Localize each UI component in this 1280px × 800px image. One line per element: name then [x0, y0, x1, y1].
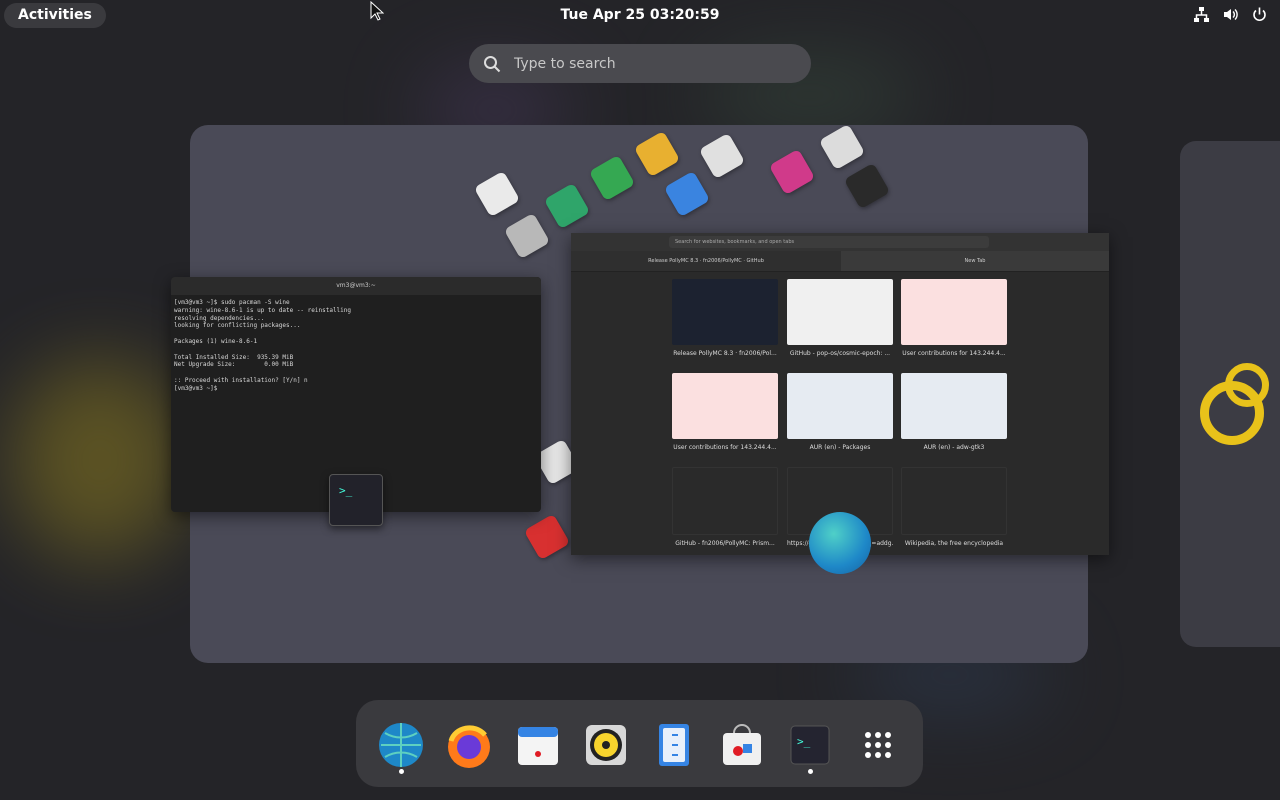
- tab-thumbnail[interactable]: AUR (en) - Packages: [787, 373, 893, 451]
- clock[interactable]: Tue Apr 25 03:20:59: [0, 7, 1280, 23]
- gear-decor-icon: [1225, 363, 1269, 407]
- tab-thumbnail[interactable]: User contributions for 143.244.4...: [672, 373, 778, 451]
- settings-tile-icon: [503, 212, 551, 260]
- browser-tabs: Release PollyMC 8.3 · fn2006/PollyMC · G…: [571, 251, 1109, 272]
- running-indicator: [808, 769, 813, 774]
- terminal-icon[interactable]: >_: [786, 721, 834, 769]
- search-icon: [484, 56, 501, 73]
- svg-text:>_: >_: [797, 735, 811, 748]
- search-bar[interactable]: [469, 44, 811, 83]
- web-browser-icon[interactable]: [377, 721, 425, 769]
- tab-thumbnail[interactable]: AUR (en) - adw-gtk3: [901, 373, 1007, 451]
- tab-thumbnail[interactable]: Wikipedia, the free encyclopedia: [901, 467, 1007, 547]
- firefox-icon[interactable]: [445, 721, 493, 769]
- photos-tile-icon: [768, 148, 816, 196]
- running-indicator: [399, 769, 404, 774]
- tab-pollymc[interactable]: Release PollyMC 8.3 · fn2006/PollyMC · G…: [571, 251, 841, 271]
- calculator-tile-icon: [818, 125, 866, 171]
- system-tray[interactable]: [1193, 6, 1268, 23]
- software-store-icon[interactable]: [718, 721, 766, 769]
- tab-thumbnail[interactable]: GitHub - fn2006/PollyMC: Prism...: [672, 467, 778, 547]
- power-icon[interactable]: [1251, 6, 1268, 23]
- web-browser-app-icon: [809, 512, 871, 574]
- text-editor-icon[interactable]: [650, 721, 698, 769]
- browser-window[interactable]: Search for websites, bookmarks, and open…: [571, 233, 1109, 555]
- contacts-tile-icon: [663, 170, 711, 218]
- mouse-cursor-icon: [370, 1, 384, 21]
- top-bar: Activities Tue Apr 25 03:20:59: [0, 0, 1280, 32]
- volume-icon[interactable]: [1222, 6, 1239, 23]
- terminal-tile-icon: [843, 162, 891, 210]
- text-editor-tile-icon: [473, 170, 521, 218]
- terminal-title: vm3@vm3:~: [336, 282, 376, 289]
- terminal-app-icon: >_: [329, 474, 383, 526]
- tab-new[interactable]: New Tab: [841, 251, 1109, 271]
- browser-toolbar: Search for websites, bookmarks, and open…: [571, 233, 1109, 251]
- tab-thumbnail[interactable]: User contributions for 143.244.4...: [901, 279, 1007, 357]
- terminal-output: [vm3@vm3 ~]$ sudo pacman -S wine warning…: [174, 299, 352, 392]
- dice-tile-icon: [588, 154, 636, 202]
- next-workspace-thumbnail[interactable]: [1180, 141, 1280, 647]
- terminal-titlebar[interactable]: vm3@vm3:~: [171, 277, 541, 295]
- search-input[interactable]: [512, 53, 796, 75]
- maps-tile-icon: [633, 130, 681, 178]
- cassette-tile-icon: [523, 513, 571, 561]
- show-apps-icon[interactable]: [854, 721, 902, 769]
- rhythmbox-icon[interactable]: [582, 721, 630, 769]
- address-bar[interactable]: Search for websites, bookmarks, and open…: [669, 236, 989, 248]
- calendar-icon[interactable]: [514, 721, 562, 769]
- tab-thumbnail[interactable]: Release PollyMC 8.3 · fn2006/Pol...: [672, 279, 778, 357]
- network-tile-icon: [698, 132, 746, 180]
- tab-thumbnail[interactable]: GitHub - pop-os/cosmic-epoch: ...: [787, 279, 893, 357]
- disk-tile-icon: [543, 182, 591, 230]
- network-icon[interactable]: [1193, 6, 1210, 23]
- dock: >_: [356, 700, 923, 787]
